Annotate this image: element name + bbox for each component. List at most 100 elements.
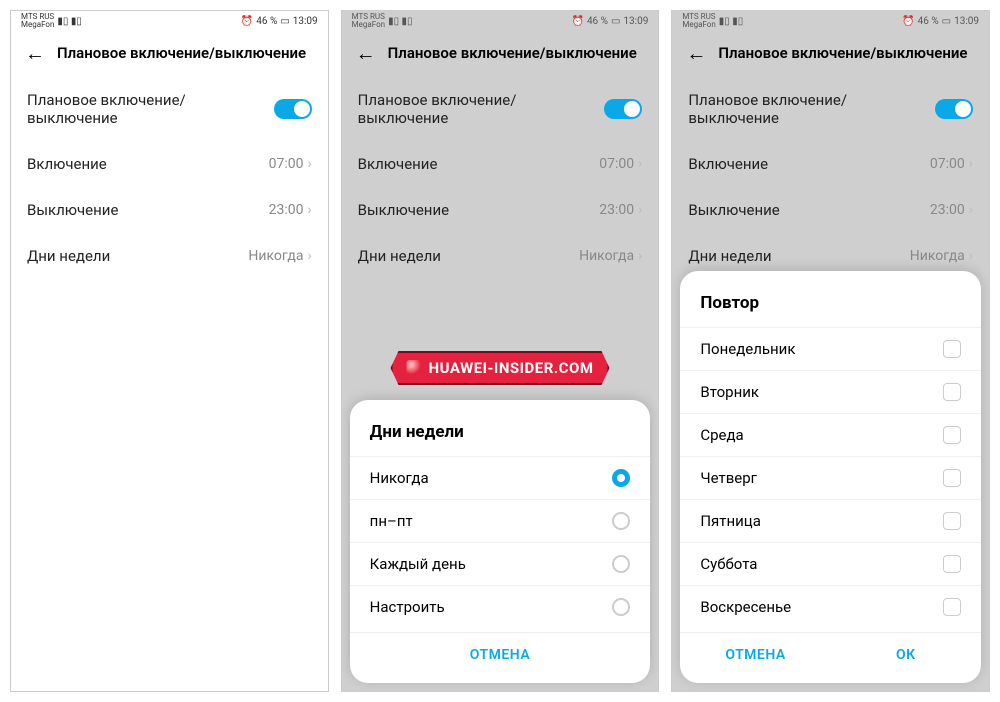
chevron-right-icon: › [638, 156, 642, 172]
option-label: Никогда [370, 469, 429, 487]
cancel-button[interactable]: ОТМЕНА [350, 633, 651, 677]
toggle-switch[interactable] [604, 99, 642, 119]
option-label: Воскресенье [700, 598, 791, 616]
checkbox-option[interactable]: Вторник [680, 370, 981, 413]
row-value: Никогда [910, 248, 965, 264]
row-power-on[interactable]: Включение 07:00› [342, 141, 659, 187]
days-bottom-sheet: Дни недели Никогда пн–пт Каждый день Нас… [350, 400, 651, 683]
row-value: Никогда [579, 248, 634, 264]
radio-icon[interactable] [612, 555, 630, 573]
chevron-right-icon: › [307, 156, 311, 172]
signal-icon: ▮▯ ▮▯ [719, 16, 744, 27]
battery-label: 46 % [918, 16, 939, 27]
toggle-label: Плановое включение/ выключение [358, 91, 605, 127]
option-label: Суббота [700, 555, 757, 573]
toggle-label: Плановое включение/ выключение [688, 91, 935, 127]
cancel-button[interactable]: ОТМЕНА [680, 633, 830, 677]
checkbox-option[interactable]: Пятница [680, 499, 981, 542]
checkbox-icon[interactable] [943, 512, 961, 530]
signal-icon: ▮▯ ▮▯ [57, 16, 82, 27]
radio-option[interactable]: Настроить [350, 585, 651, 628]
battery-icon: ▭ [611, 16, 620, 27]
row-days[interactable]: Дни недели Никогда› [342, 233, 659, 279]
option-label: пн–пт [370, 512, 413, 530]
alarm-icon: ⏰ [241, 16, 253, 27]
phone-screenshot-3: MTS RUS MegaFon ▮▯ ▮▯ ⏰ 46 % ▭ 13:09 ← П… [671, 10, 990, 692]
option-label: Вторник [700, 383, 759, 401]
checkbox-icon[interactable] [943, 383, 961, 401]
toggle-switch[interactable] [935, 99, 973, 119]
carrier-label-2: MegaFon [352, 21, 385, 29]
chevron-right-icon: › [969, 156, 973, 172]
row-power-on[interactable]: Включение 07:00› [11, 141, 328, 187]
battery-icon: ▭ [280, 16, 289, 27]
battery-label: 46 % [587, 16, 608, 27]
row-power-off[interactable]: Выключение 23:00› [672, 187, 989, 233]
status-bar: MTS RUS MegaFon ▮▯ ▮▯ ⏰ 46 % ▭ 13:09 [672, 11, 989, 31]
chevron-right-icon: › [969, 202, 973, 218]
option-label: Среда [700, 426, 743, 444]
checkbox-icon[interactable] [943, 598, 961, 616]
back-icon[interactable]: ← [686, 43, 706, 63]
option-label: Пятница [700, 512, 761, 530]
row-value: 07:00 [599, 156, 634, 172]
checkbox-option[interactable]: Четверг [680, 456, 981, 499]
ok-button[interactable]: ОК [831, 633, 981, 677]
status-bar: MTS RUS MegaFon ▮▯ ▮▯ ⏰ 46 % ▭ 13:09 [11, 11, 328, 31]
checkbox-option[interactable]: Воскресенье [680, 585, 981, 628]
row-label: Выключение [688, 201, 930, 219]
row-label: Выключение [358, 201, 600, 219]
checkbox-icon[interactable] [943, 340, 961, 358]
watermark-text: HUAWEI-INSIDER.COM [429, 359, 594, 377]
checkbox-icon[interactable] [943, 469, 961, 487]
chevron-right-icon: › [307, 202, 311, 218]
carrier-label-2: MegaFon [682, 21, 715, 29]
row-value: 23:00 [930, 202, 965, 218]
page-title: Плановое включение/выключение [718, 44, 967, 62]
row-power-off[interactable]: Выключение 23:00› [11, 187, 328, 233]
phone-screenshot-1: MTS RUS MegaFon ▮▯ ▮▯ ⏰ 46 % ▭ 13:09 ← П… [10, 10, 329, 692]
row-label: Дни недели [27, 247, 248, 265]
clock-label: 13:09 [623, 16, 648, 27]
toggle-row[interactable]: Плановое включение/ выключение [672, 77, 989, 141]
row-value: Никогда [248, 248, 303, 264]
row-days[interactable]: Дни недели Никогда› [11, 233, 328, 279]
alarm-icon: ⏰ [571, 16, 583, 27]
radio-icon[interactable] [612, 598, 630, 616]
row-label: Включение [688, 155, 930, 173]
row-label: Выключение [27, 201, 269, 219]
row-power-off[interactable]: Выключение 23:00› [342, 187, 659, 233]
checkbox-option[interactable]: Понедельник [680, 327, 981, 370]
option-label: Четверг [700, 469, 757, 487]
clock-label: 13:09 [954, 16, 979, 27]
repeat-bottom-sheet: Повтор Понедельник Вторник Среда Четверг… [680, 271, 981, 683]
battery-icon: ▭ [942, 16, 951, 27]
toggle-row[interactable]: Плановое включение/ выключение [342, 77, 659, 141]
radio-option[interactable]: Никогда [350, 456, 651, 499]
radio-option[interactable]: Каждый день [350, 542, 651, 585]
signal-icon: ▮▯ ▮▯ [388, 16, 413, 27]
radio-icon[interactable] [612, 469, 630, 487]
checkbox-icon[interactable] [943, 426, 961, 444]
huawei-logo-icon [407, 360, 423, 376]
checkbox-icon[interactable] [943, 555, 961, 573]
toggle-row[interactable]: Плановое включение/ выключение [11, 77, 328, 141]
checkbox-option[interactable]: Суббота [680, 542, 981, 585]
chevron-right-icon: › [638, 248, 642, 264]
alarm-icon: ⏰ [902, 16, 914, 27]
row-value: 07:00 [930, 156, 965, 172]
row-value: 23:00 [599, 202, 634, 218]
back-icon[interactable]: ← [356, 43, 376, 63]
chevron-right-icon: › [638, 202, 642, 218]
row-power-on[interactable]: Включение 07:00› [672, 141, 989, 187]
option-label: Понедельник [700, 340, 795, 358]
back-icon[interactable]: ← [25, 43, 45, 63]
row-label: Дни недели [358, 247, 579, 265]
checkbox-option[interactable]: Среда [680, 413, 981, 456]
radio-icon[interactable] [612, 512, 630, 530]
sheet-title: Повтор [680, 289, 981, 327]
radio-option[interactable]: пн–пт [350, 499, 651, 542]
row-label: Включение [27, 155, 269, 173]
toggle-switch[interactable] [274, 99, 312, 119]
row-value: 23:00 [269, 202, 304, 218]
